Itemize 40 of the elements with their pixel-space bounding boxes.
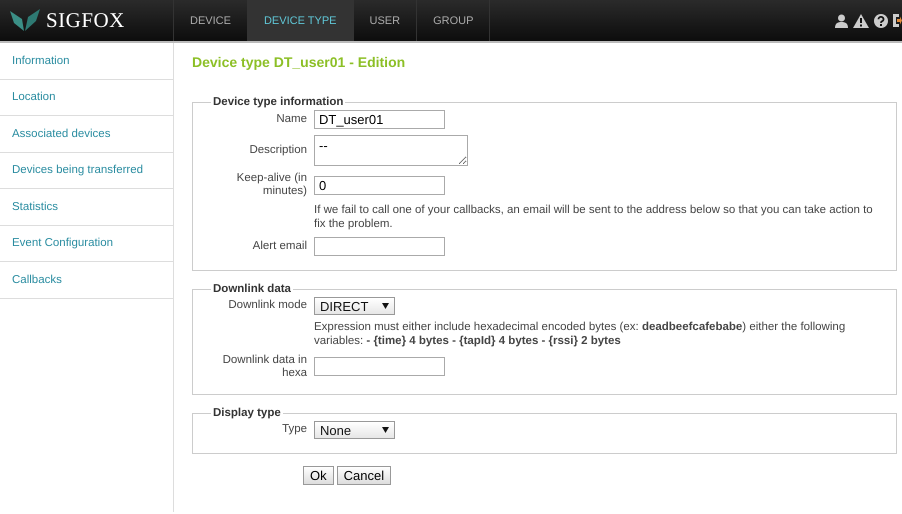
field-label: Downlink mode: [227, 299, 307, 313]
help-text: Expression must either include hexadecimal encoded bytes (ex: deadbeefcafebabe) either the following variables: - {time} 4 bytes - {tapId} 4 bytes - {rssi} 2 bytes: [314, 321, 846, 349]
warning-icon[interactable]: [853, 14, 869, 28]
field-label: Keep-alive (in minutes): [236, 172, 307, 198]
dropdown[interactable]: None: [314, 421, 395, 440]
help-text: If we fail to call one of your callbacks, an email will be sent to the address below so that you can take action to fix the problem.: [314, 204, 874, 232]
section-legend: Downlink data: [211, 283, 293, 296]
caret-icon: [382, 427, 389, 434]
section-legend: Display type: [211, 407, 283, 420]
help-icon[interactable]: [874, 14, 888, 28]
logout-icon[interactable]: [893, 14, 902, 27]
text-area[interactable]: --: [314, 135, 468, 166]
field-label: Type: [281, 423, 307, 437]
dropdown[interactable]: DIRECT: [314, 297, 395, 316]
sidebar-item[interactable]: Statistics: [0, 189, 173, 226]
field-label: Alert email: [252, 240, 307, 254]
sidebar-item[interactable]: Event Configuration: [0, 226, 173, 262]
logo-icon: [10, 8, 40, 32]
nav-tab[interactable]: USER: [352, 0, 416, 41]
form-button[interactable]: Cancel: [336, 466, 392, 486]
nav-tab[interactable]: GROUP: [416, 0, 490, 41]
page-title: Device type DT_user01 - Edition: [192, 54, 406, 70]
field-label: Description: [248, 144, 307, 158]
input-field[interactable]: DT_user01: [314, 110, 445, 129]
input-field[interactable]: [314, 237, 445, 256]
user-icon[interactable]: [835, 14, 848, 28]
input-field[interactable]: 0: [314, 176, 445, 195]
form-button[interactable]: Ok: [303, 466, 334, 486]
sidebar-item[interactable]: Information: [0, 43, 173, 80]
sidebar-item[interactable]: Devices being transferred: [0, 152, 173, 189]
field-label: Name: [275, 112, 307, 126]
sidebar-item[interactable]: Associated devices: [0, 116, 173, 152]
field-label: Downlink data in hexa: [222, 354, 307, 380]
nav-tab[interactable]: DEVICE TYPE: [246, 0, 353, 41]
input-field[interactable]: [314, 357, 445, 376]
section-legend: Device type information: [211, 96, 346, 108]
sidebar-item[interactable]: Callbacks: [0, 262, 173, 298]
logo-text: SIGFOX: [46, 8, 125, 33]
sidebar-item[interactable]: Location: [0, 80, 173, 116]
caret-icon: [382, 303, 389, 310]
